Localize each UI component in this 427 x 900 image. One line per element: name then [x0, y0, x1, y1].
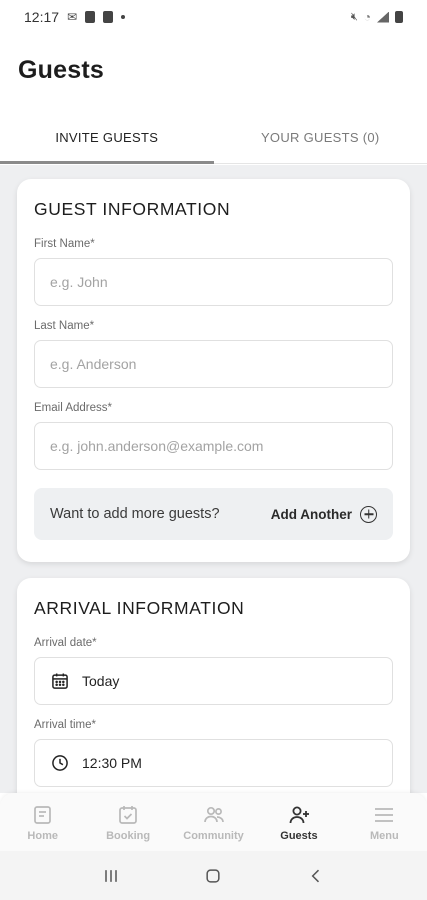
add-more-guests-banner: Want to add more guests? Add Another — [34, 488, 393, 540]
first-name-label: First Name* — [34, 238, 95, 250]
last-name-input[interactable]: e.g. Anderson — [34, 340, 393, 388]
last-name-label: Last Name* — [34, 320, 95, 332]
guest-information-card: GUEST INFORMATION First Name* e.g. John … — [17, 179, 410, 562]
arrival-time-picker[interactable]: 12:30 PM — [34, 739, 393, 787]
nav-booking-label: Booking — [106, 829, 151, 842]
arrival-date-value: Today — [82, 673, 120, 689]
status-time: 12:17 — [24, 9, 60, 25]
menu-icon — [375, 807, 394, 822]
add-another-label: Add Another — [270, 506, 352, 522]
home-button-icon[interactable] — [203, 866, 223, 886]
arrival-information-title: ARRIVAL INFORMATION — [34, 598, 245, 618]
plus-circle-icon — [360, 505, 377, 523]
content-area: GUEST INFORMATION First Name* e.g. John … — [0, 165, 427, 793]
arrival-time-value: 12:30 PM — [82, 755, 142, 771]
nav-community[interactable]: Community — [171, 793, 256, 851]
nav-booking[interactable]: Booking — [85, 793, 170, 851]
status-left: 12:17 ✉ — [24, 9, 126, 25]
arrival-date-label: Arrival date* — [34, 637, 97, 649]
mute-icon: 🔇︎ — [350, 10, 358, 23]
recent-apps-icon[interactable] — [101, 866, 121, 886]
more-notifications-icon — [121, 15, 126, 19]
email-label: Email Address* — [34, 402, 112, 414]
status-right: 🔇︎ ◔ — [351, 10, 403, 24]
calendar-icon — [52, 673, 68, 689]
tab-invite-guests[interactable]: INVITE GUESTS — [0, 112, 214, 164]
first-name-input[interactable]: e.g. John — [34, 258, 393, 306]
add-more-prompt: Want to add more guests? — [50, 506, 220, 522]
notification-icon — [103, 11, 114, 23]
home-icon — [33, 805, 51, 824]
wifi-icon: ◔ — [363, 10, 371, 24]
signal-icon — [377, 11, 389, 23]
bottom-navigation: Home Booking Community Guests Menu — [0, 793, 427, 851]
nav-menu[interactable]: Menu — [342, 793, 427, 851]
arrival-time-label: Arrival time* — [34, 719, 96, 731]
nav-menu-label: Menu — [369, 829, 399, 842]
notification-icon — [85, 11, 96, 23]
nav-guests[interactable]: Guests — [256, 793, 341, 851]
battery-icon — [395, 11, 403, 23]
guest-information-title: GUEST INFORMATION — [34, 199, 231, 219]
email-input[interactable]: e.g. john.anderson@example.com — [34, 422, 393, 470]
nav-home[interactable]: Home — [0, 793, 85, 851]
add-another-button[interactable]: Add Another — [270, 505, 377, 523]
back-icon[interactable] — [306, 866, 326, 886]
booking-icon — [119, 805, 137, 824]
arrival-date-picker[interactable]: Today — [34, 657, 393, 705]
tab-bar: INVITE GUESTS YOUR GUESTS (0) — [0, 112, 427, 164]
page-title: Guests — [18, 56, 104, 84]
nav-community-label: Community — [183, 829, 244, 842]
nav-guests-label: Guests — [280, 829, 318, 842]
community-icon — [203, 806, 224, 822]
system-navigation-bar — [0, 851, 427, 900]
add-person-icon — [289, 806, 309, 823]
status-bar: 12:17 ✉ 🔇︎ ◔ — [0, 0, 427, 34]
mail-icon: ✉ — [67, 10, 78, 24]
nav-home-label: Home — [27, 829, 58, 842]
arrival-information-card: ARRIVAL INFORMATION Arrival date* Today … — [17, 578, 410, 793]
clock-icon — [52, 755, 68, 771]
tab-your-guests[interactable]: YOUR GUESTS (0) — [214, 112, 427, 163]
